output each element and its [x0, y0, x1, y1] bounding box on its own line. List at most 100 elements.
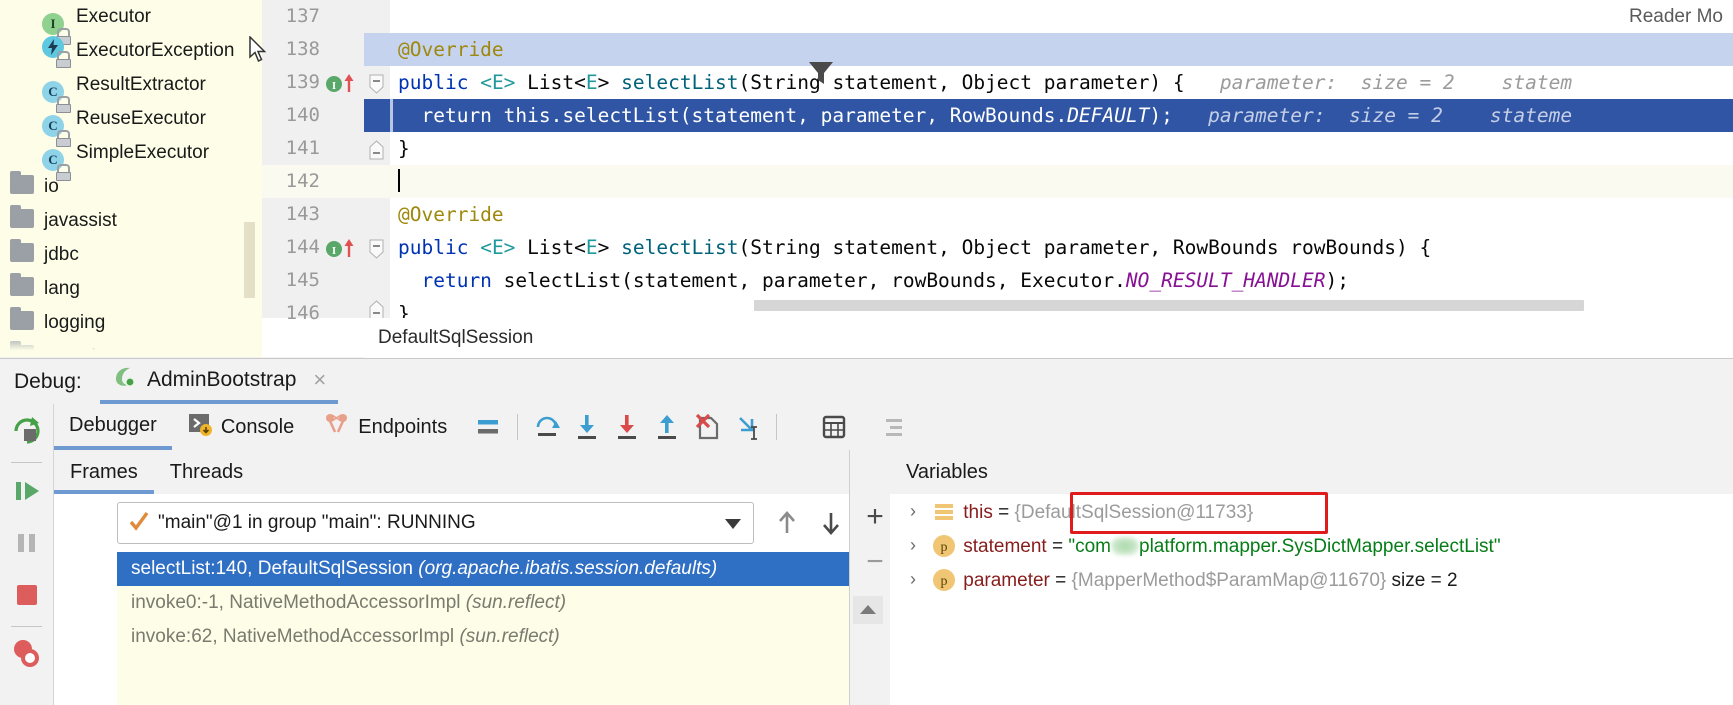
- chevron-right-icon[interactable]: ›: [904, 528, 922, 562]
- tree-item-jdbc[interactable]: jdbc: [0, 238, 262, 272]
- tree-item-simpleexecutor[interactable]: C SimpleExecutor: [0, 136, 262, 181]
- tree-item-javassist[interactable]: javassist: [0, 204, 262, 238]
- tree-item-label: lang: [44, 278, 80, 299]
- tree-item-label: SimpleExecutor: [76, 142, 210, 163]
- chevron-down-icon[interactable]: [725, 519, 741, 529]
- code-line-145: return selectList(statement, parameter, …: [421, 269, 1349, 292]
- stack-frame-row[interactable]: invoke0:-1, NativeMethodAccessorImpl (su…: [117, 586, 849, 620]
- force-step-into-icon[interactable]: [607, 407, 647, 447]
- frames-panel: Frames Threads "main"@1 in group "main":…: [54, 450, 850, 705]
- frame-down-icon[interactable]: [810, 502, 852, 544]
- close-icon[interactable]: ×: [313, 368, 326, 391]
- code-line-142-caret: [364, 165, 1733, 198]
- step-out-icon[interactable]: [647, 407, 687, 447]
- line-number: 145: [285, 269, 320, 291]
- frame-up-icon[interactable]: [766, 502, 808, 544]
- run-to-cursor-icon[interactable]: [727, 407, 767, 447]
- variable-value-prefix: "com: [1068, 536, 1112, 557]
- tree-item-label: mapping: [44, 346, 117, 357]
- tree-item-io[interactable]: io: [0, 170, 262, 204]
- variable-row-parameter[interactable]: › p parameter = {MapperMethod$ParamMap@1…: [890, 562, 1733, 596]
- tab-debugger[interactable]: Debugger: [54, 404, 172, 450]
- variable-name: this: [963, 502, 993, 523]
- step-into-icon[interactable]: [567, 407, 607, 447]
- variable-value: {DefaultSqlSession@11733}: [1014, 502, 1254, 523]
- layout-settings-icon[interactable]: [468, 407, 508, 447]
- tree-item-logging[interactable]: logging: [0, 306, 262, 340]
- debug-label: Debug:: [14, 370, 82, 393]
- tree-item-mapping[interactable]: mapping: [0, 340, 262, 357]
- variable-equals: =: [1049, 570, 1072, 591]
- editor-gutter[interactable]: 137 138 I 139 140 141 142 143 I 144 145 …: [262, 0, 364, 324]
- variables-scroll-up-icon[interactable]: [853, 596, 883, 624]
- add-watch-button[interactable]: +: [858, 500, 892, 534]
- method-override-marker-icon[interactable]: I: [326, 71, 356, 95]
- svg-text:I: I: [332, 245, 336, 257]
- inline-hint-parameter: parameter: size = 2: [1208, 104, 1443, 127]
- view-breakpoints-icon[interactable]: [10, 636, 44, 670]
- drop-frame-icon[interactable]: [687, 407, 727, 447]
- folder-icon: [10, 171, 36, 198]
- breadcrumb[interactable]: DefaultSqlSession: [364, 318, 1733, 358]
- parameter-icon: p: [931, 567, 957, 593]
- spring-boot-run-icon: [112, 364, 138, 395]
- code-line-144: public <E> List<E> selectList(String sta…: [398, 236, 1432, 259]
- tree-item-resultextractor[interactable]: C ResultExtractor: [0, 68, 262, 113]
- call-stack-list[interactable]: selectList:140, DefaultSqlSession (org.a…: [117, 552, 849, 705]
- project-tree-panel[interactable]: I Executor ExecutorException C ResultExt…: [0, 0, 262, 357]
- stack-frame-package: (org.apache.ibatis.session.defaults): [418, 558, 718, 579]
- stop-icon[interactable]: [10, 578, 44, 612]
- code-editor[interactable]: Reader Mo @Override public <E> List<E> s…: [364, 0, 1733, 318]
- pause-program-icon: [10, 526, 44, 560]
- variables-panel: Variables › this = {DefaultSqlSession@11…: [890, 450, 1733, 705]
- debugger-tabs-toolbar: Debugger Console Endpoints: [54, 404, 1733, 450]
- variable-name: statement: [963, 536, 1047, 557]
- endpoints-icon: [324, 411, 350, 443]
- tab-console[interactable]: Console: [172, 404, 309, 450]
- method-override-marker-icon[interactable]: I: [326, 236, 356, 260]
- variable-row-this[interactable]: › this = {DefaultSqlSession@11733}: [890, 492, 1733, 534]
- editor-horizontal-scrollbar[interactable]: [754, 300, 1584, 311]
- tree-item-lang[interactable]: lang: [0, 272, 262, 306]
- thread-selector-dropdown[interactable]: "main"@1 in group "main": RUNNING: [117, 502, 754, 544]
- debug-session-tab[interactable]: AdminBootstrap ×: [100, 359, 339, 404]
- code-line-139: public <E> List<E> selectList(String sta…: [398, 71, 1573, 94]
- code-line-140-execution-point: return this.selectList(statement, parame…: [364, 99, 1733, 132]
- line-number: 137: [285, 5, 320, 27]
- tree-item-label: ReuseExecutor: [76, 108, 206, 129]
- variable-row-statement[interactable]: › p statement = "com platform.mapper.SysD…: [890, 528, 1733, 562]
- stack-frame-row[interactable]: invoke:62, NativeMethodAccessorImpl (sun…: [117, 620, 849, 654]
- folder-icon: [10, 205, 36, 232]
- step-over-icon[interactable]: [527, 407, 567, 447]
- exception-class-icon: [42, 36, 71, 68]
- tree-item-label: jdbc: [44, 244, 79, 265]
- rerun-icon[interactable]: [10, 414, 44, 448]
- chevron-right-icon[interactable]: ›: [904, 562, 922, 596]
- tree-item-reuseexecutor[interactable]: C ReuseExecutor: [0, 102, 262, 147]
- tab-threads[interactable]: Threads: [154, 450, 259, 494]
- chevron-right-icon[interactable]: ›: [904, 494, 922, 528]
- evaluate-expression-icon[interactable]: [814, 407, 854, 447]
- stack-frame-method: invoke0:-1, NativeMethodAccessorImpl: [131, 592, 461, 613]
- line-number: 146: [285, 302, 320, 324]
- tree-item-label: Executor: [76, 6, 151, 27]
- resume-program-icon[interactable]: [10, 474, 44, 508]
- console-icon: [187, 411, 213, 443]
- stack-frame-row[interactable]: selectList:140, DefaultSqlSession (org.a…: [117, 552, 849, 586]
- inline-hint-parameter: parameter: size = 2: [1219, 71, 1455, 94]
- mute-breakpoints-icon[interactable]: [874, 407, 914, 447]
- remove-watch-button[interactable]: −: [858, 545, 892, 579]
- variable-value-suffix: platform.mapper.SysDictMapper.selectList…: [1139, 536, 1501, 557]
- variable-equals: =: [992, 502, 1015, 523]
- tree-item-executor[interactable]: I Executor: [0, 0, 262, 45]
- project-tree-scrollbar[interactable]: [244, 222, 255, 298]
- line-number: 138: [285, 38, 320, 60]
- tree-item-executorexception[interactable]: ExecutorException: [0, 34, 262, 68]
- svg-text:I: I: [332, 80, 336, 92]
- tab-frames[interactable]: Frames: [54, 450, 154, 494]
- folder-icon: [10, 341, 36, 357]
- tab-endpoints[interactable]: Endpoints: [309, 404, 462, 450]
- line-number: 142: [262, 165, 364, 198]
- redacted-text-blur: [1111, 537, 1140, 555]
- filter-icon[interactable]: [800, 52, 842, 94]
